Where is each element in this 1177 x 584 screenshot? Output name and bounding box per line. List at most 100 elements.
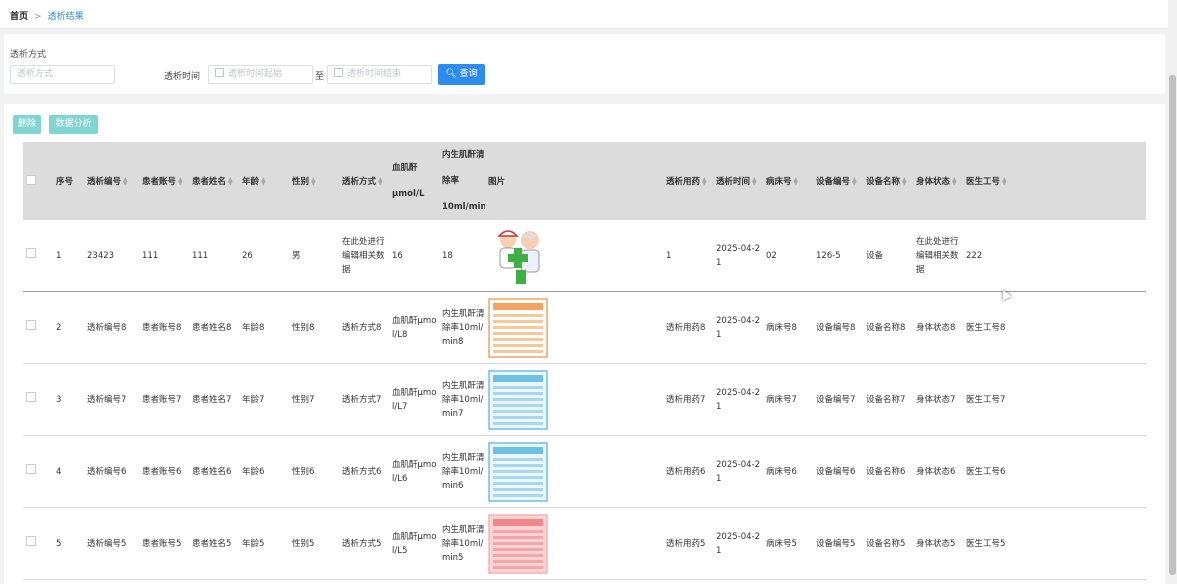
row-checkbox-cell [23, 291, 53, 364]
search-panel: 透析方式 透析方式 透析时间 透析时间起始 至 透析时间结束 🔍︎ 查询 [4, 34, 1165, 94]
col-header[interactable]: 性别 ▲ ▼ [289, 142, 339, 220]
cell-index: 4 [53, 435, 84, 508]
cell-time: 2025-04-21 [713, 507, 763, 580]
col-header: 图片 [485, 142, 613, 220]
select-all-checkbox[interactable] [26, 174, 36, 185]
col-header-label: 患者账号 [142, 177, 177, 187]
row-checkbox[interactable] [26, 320, 36, 330]
cell-device-name: 设备名称6 [863, 435, 913, 508]
cell-bed: 病床号5 [763, 507, 813, 580]
row-checkbox[interactable] [26, 248, 36, 258]
sort-icon[interactable]: ▲ ▼ [123, 176, 129, 186]
cell-device-code: 126-5 [813, 220, 863, 292]
table-row: 5 透析编号5 患者账号5 患者姓名5 年龄5 性别5 透析方式5 血肌酐μmol/L5 内生肌… [23, 507, 1146, 580]
scrollbar[interactable] [1168, 0, 1177, 584]
scrollbar-thumb[interactable] [1169, 75, 1176, 575]
cell-device-name: 设备名称7 [863, 363, 913, 436]
cell-image [485, 435, 613, 508]
cell-clearance: 内生肌酐清除率10ml/min6 [439, 435, 485, 508]
col-header[interactable]: 设备编号 ▲ ▼ [813, 142, 863, 220]
cell-gender: 性别5 [289, 507, 339, 580]
sort-icon[interactable]: ▲ ▼ [261, 176, 267, 186]
sort-icon[interactable]: ▲ ▼ [311, 176, 317, 186]
report-image[interactable] [488, 225, 613, 286]
time-label: 透析时间 [164, 72, 201, 82]
sort-icon[interactable]: ▲ ▼ [178, 176, 184, 186]
col-header: 序号 [53, 142, 84, 220]
col-header[interactable]: 病床号 ▲ ▼ [763, 142, 813, 220]
col-header[interactable]: 血肌酐μmol/L [389, 142, 439, 220]
row-checkbox[interactable] [26, 536, 36, 546]
time-end-placeholder: 透析时间结束 [347, 69, 402, 79]
col-header[interactable]: 透析编号 ▲ ▼ [84, 142, 139, 220]
breadcrumb-home[interactable]: 首页 [10, 12, 28, 22]
col-header[interactable]: 患者姓名 ▲ ▼ [189, 142, 239, 220]
cell-gender: 性别8 [289, 291, 339, 364]
calendar-icon [215, 68, 224, 77]
cell-method: 在此处进行编辑相关数据 [339, 220, 389, 292]
result-panel: 删除 数据分析 序号 透析编号 ▲ ▼ 患者账号 ▲ ▼ 患者姓名 ▲ ▼ 年龄 ▲ ▼ 性别 ▲… [4, 104, 1165, 584]
report-image[interactable] [488, 297, 613, 358]
col-header[interactable]: 透析用药 ▲ ▼ [663, 142, 713, 220]
row-checkbox[interactable] [26, 464, 36, 474]
sort-icon[interactable]: ▲ ▼ [794, 176, 800, 186]
table-row: 4 透析编号6 患者账号6 患者姓名6 年龄6 性别6 透析方式6 血肌酐μmol/L6 内生肌… [23, 435, 1146, 508]
row-checkbox-cell [23, 363, 53, 436]
select-all-header [23, 142, 53, 220]
cell-index: 1 [53, 220, 84, 292]
report-image[interactable] [488, 441, 613, 502]
col-header[interactable]: 身体状态 ▲ ▼ [913, 142, 963, 220]
time-end-input[interactable]: 透析时间结束 [327, 65, 432, 84]
col-header[interactable]: 内生肌酐清除率10ml/min [439, 142, 485, 220]
col-header-label: 医生工号 [966, 177, 1001, 187]
time-start-input[interactable]: 透析时间起始 [208, 65, 313, 84]
table-row: 3 透析编号7 患者账号7 患者姓名7 年龄7 性别7 透析方式7 血肌酐μmol/L7 内生肌… [23, 363, 1146, 436]
table-row: 1 23423 111 111 26 男在此处进行编辑相关数据 16 18 1 2025-04-2… [23, 220, 1146, 292]
sort-icon[interactable]: ▲ ▼ [952, 176, 958, 186]
cell-age: 年龄7 [239, 363, 289, 436]
result-table: 序号 透析编号 ▲ ▼ 患者账号 ▲ ▼ 患者姓名 ▲ ▼ 年龄 ▲ ▼ 性别 ▲ ▼ 透析方式 ▲ ▼… [23, 142, 1146, 580]
cell-drug: 透析用药5 [663, 507, 713, 580]
col-header[interactable]: 设备名称 ▲ ▼ [863, 142, 913, 220]
col-header-label: 年龄 [242, 177, 260, 187]
col-header[interactable]: 透析时间 ▲ ▼ [713, 142, 763, 220]
cell-method: 透析方式7 [339, 363, 389, 436]
cell-index: 5 [53, 507, 84, 580]
row-checkbox[interactable] [26, 392, 36, 402]
col-header[interactable]: 医生工号 ▲ ▼ [963, 142, 1146, 220]
cell-gender: 男 [289, 220, 339, 292]
cell-status: 身体状态8 [913, 291, 963, 364]
sort-icon[interactable]: ▲ ▼ [902, 176, 908, 186]
sort-icon[interactable]: ▲ ▼ [752, 176, 758, 186]
col-header[interactable]: 年龄 ▲ ▼ [239, 142, 289, 220]
cell-bed: 02 [763, 220, 813, 292]
method-input[interactable]: 透析方式 [10, 65, 115, 84]
cell-device-name: 设备名称5 [863, 507, 913, 580]
delete-button[interactable]: 删除 [13, 115, 41, 134]
cell-clearance: 内生肌酐清除率10ml/min7 [439, 363, 485, 436]
cell-time: 2025-04-21 [713, 435, 763, 508]
cell-clearance: 内生肌酐清除率10ml/min8 [439, 291, 485, 364]
cell-image [485, 291, 613, 364]
col-header-label: 透析编号 [87, 177, 122, 187]
cell-spacer [613, 220, 663, 292]
sort-icon[interactable]: ▲ ▼ [702, 176, 708, 186]
sort-icon[interactable]: ▲ ▼ [852, 176, 858, 186]
col-header[interactable]: 透析方式 ▲ ▼ [339, 142, 389, 220]
col-header[interactable]: 患者账号 ▲ ▼ [139, 142, 189, 220]
top-bar: 首页 > 透析结果 [0, 0, 1168, 29]
report-image[interactable] [488, 369, 613, 430]
query-button[interactable]: 🔍︎ 查询 [438, 64, 485, 85]
cell-name: 111 [189, 220, 239, 292]
cell-creatinine: 16 [389, 220, 439, 292]
breadcrumb: 首页 > 透析结果 [10, 9, 84, 22]
cell-image [485, 363, 613, 436]
sort-icon[interactable]: ▲ ▼ [228, 176, 234, 186]
report-image[interactable] [488, 513, 613, 574]
sort-icon[interactable]: ▲ ▼ [378, 176, 384, 186]
cell-device-name: 设备 [863, 220, 913, 292]
sort-icon[interactable]: ▲ ▼ [1002, 176, 1008, 186]
cell-device-code: 设备编号7 [813, 363, 863, 436]
data-analysis-button[interactable]: 数据分析 [49, 115, 98, 134]
cell-name: 患者姓名6 [189, 435, 239, 508]
